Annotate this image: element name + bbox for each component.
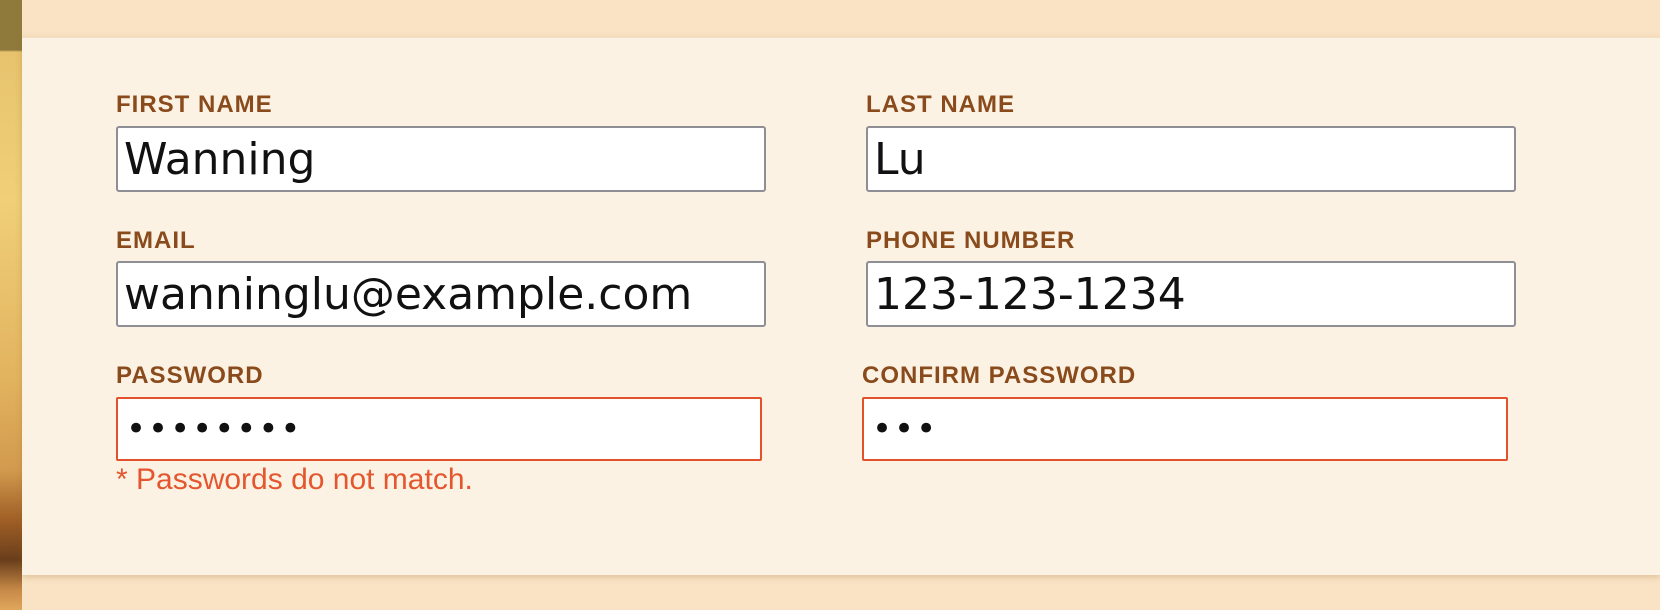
- phone-number-field-group: PHONE NUMBER: [866, 227, 1516, 327]
- last-name-field-group: LAST NAME: [866, 91, 1516, 192]
- first-name-label: FIRST NAME: [116, 91, 273, 118]
- phone-number-input[interactable]: [866, 261, 1516, 327]
- last-name-label: LAST NAME: [866, 91, 1015, 118]
- confirm-password-field-group: CONFIRM PASSWORD: [862, 362, 1508, 462]
- signup-form-card: FIRST NAME LAST NAME EMAIL PHONE NUMBER …: [22, 37, 1660, 575]
- password-input[interactable]: [116, 397, 762, 461]
- password-label: PASSWORD: [116, 362, 264, 389]
- first-name-input[interactable]: [116, 126, 766, 192]
- email-label: EMAIL: [116, 227, 196, 254]
- first-name-field-group: FIRST NAME: [116, 91, 766, 192]
- phone-number-label: PHONE NUMBER: [866, 227, 1076, 254]
- email-input[interactable]: [116, 261, 766, 327]
- password-error-message: * Passwords do not match.: [116, 463, 473, 496]
- confirm-password-input[interactable]: [862, 397, 1508, 461]
- email-field-group: EMAIL: [116, 227, 766, 327]
- password-field-group: PASSWORD * Passwords do not match.: [116, 362, 762, 502]
- confirm-password-label: CONFIRM PASSWORD: [862, 362, 1137, 389]
- last-name-input[interactable]: [866, 126, 1516, 192]
- background-photo-strip: [0, 0, 22, 610]
